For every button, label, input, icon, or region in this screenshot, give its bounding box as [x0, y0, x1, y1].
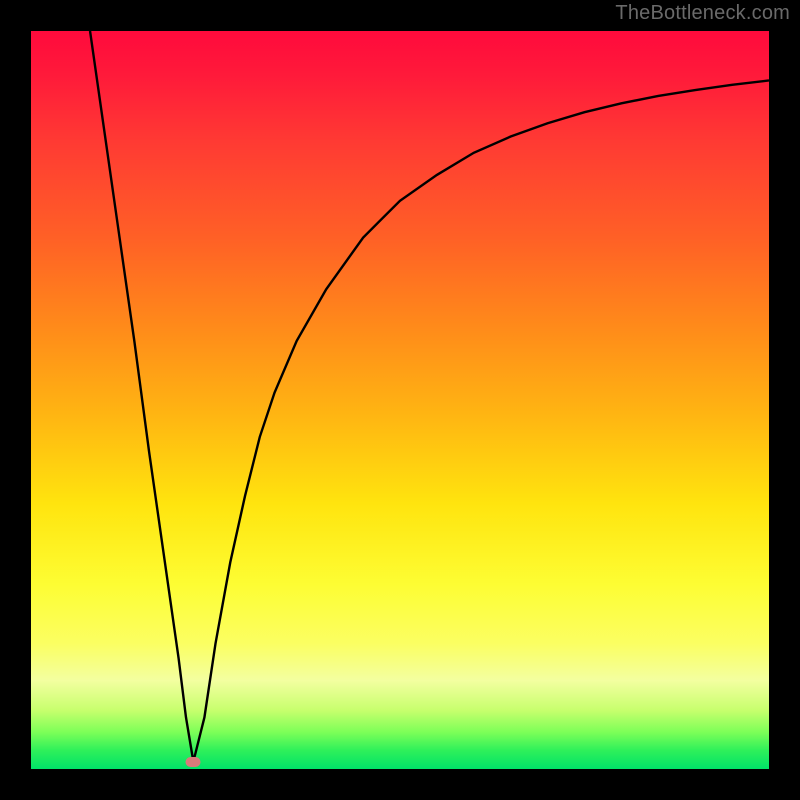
bottleneck-curve — [90, 31, 769, 762]
watermark-text: TheBottleneck.com — [615, 2, 790, 25]
plot-area — [31, 31, 769, 769]
optimal-point-marker — [186, 757, 201, 767]
curve-svg — [31, 31, 769, 769]
chart-frame: TheBottleneck.com — [0, 0, 800, 800]
